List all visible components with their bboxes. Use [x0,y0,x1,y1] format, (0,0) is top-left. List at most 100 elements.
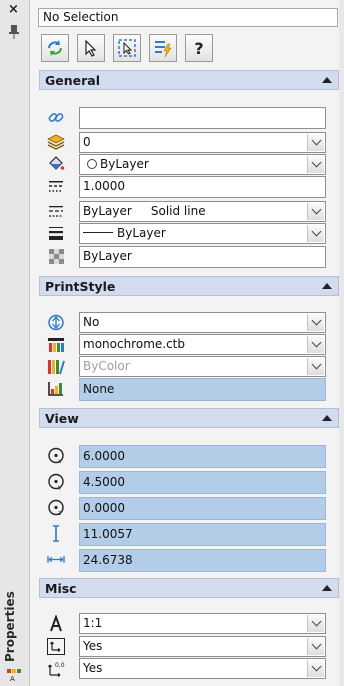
section-title: View [45,411,79,426]
height-field: 11.0057 [79,523,326,546]
chevron-down-icon[interactable] [307,638,324,655]
collapse-icon[interactable] [322,415,332,421]
svg-text:0,0: 0,0 [55,662,65,669]
layers-icon [47,134,65,150]
annotation-scale-value: 1:1 [83,616,103,630]
svg-text:z: z [58,510,61,516]
chevron-down-icon[interactable] [307,225,324,242]
width-icon [47,556,65,563]
layer-value: 0 [83,135,91,149]
pin-icon[interactable] [8,24,20,40]
help-button[interactable]: ? [185,34,213,62]
property-row-ucs-icon-on: Yes [39,635,339,657]
property-row-width: 24.6738 [39,548,339,572]
linetype-scale-icon [49,181,63,192]
annotation-scale-icon [50,615,62,632]
chevron-down-icon[interactable] [307,203,324,220]
property-row-hyperlink [39,106,339,129]
property-row-color: ByLayer [39,153,339,175]
plot-table-attached-icon [48,360,65,375]
selection-dropdown[interactable]: No Selection [38,8,338,27]
chevron-down-icon[interactable] [307,314,324,331]
plot-style-value: No [83,315,100,329]
toggle-pickadd-button[interactable] [41,34,69,62]
property-row-annotation-scale: 1:1 [39,612,339,634]
property-row-height: 11.0057 [39,522,339,546]
svg-text:y: y [58,484,62,490]
ucs-at-origin-icon: 0,0 [48,662,65,677]
ucs-icon-on-icon [47,638,65,655]
linetype-icon [49,206,63,217]
property-row-layer: 0 [39,131,339,153]
property-row-ucs-at-origin: 0,0 Yes [39,657,339,679]
chevron-down-icon[interactable] [307,156,324,173]
plot-table-icon [48,338,64,352]
close-icon[interactable]: × [8,2,19,17]
color-value: ByLayer [100,157,149,171]
section-printstyle-header[interactable]: PrintStyle [39,276,339,296]
collapse-icon[interactable] [322,585,332,591]
height-icon [53,525,59,542]
refresh-pickadd-icon [48,40,62,56]
hyperlink-field[interactable] [79,107,326,129]
dashed-select-icon [118,39,136,57]
property-row-plot-table-attached: ByColor [39,355,339,377]
collapse-icon[interactable] [322,77,332,83]
lineweight-select[interactable]: ByLayer [79,223,326,244]
quick-select-button[interactable] [113,34,141,62]
section-title: Misc [45,581,77,596]
plot-table-attached-value: ByColor [83,359,130,373]
plot-style-select[interactable]: No [79,312,326,333]
center-x-icon: x [48,447,64,464]
annotation-scale-select[interactable]: 1:1 [79,613,326,634]
lineweight-value: ByLayer [117,226,166,240]
linetype-value: ByLayer Solid line [83,204,206,218]
vertical-scrollbar[interactable] [339,0,344,686]
linetype-scale-field[interactable]: 1.0000 [79,176,326,198]
property-row-plot-table-type: None [39,377,339,401]
lineweight-sample-icon [83,232,113,233]
collapse-icon[interactable] [322,283,332,289]
svg-text:x: x [58,458,62,464]
center-z-icon: z [48,499,64,516]
hyperlink-icon [48,113,64,122]
property-row-center-z: z 0.0000 [39,496,339,520]
chevron-down-icon [307,358,324,375]
color-select[interactable]: ByLayer [79,154,326,175]
plot-table-attached-select: ByColor [79,356,326,377]
question-icon: ? [194,38,204,58]
ucs-icon-on-value: Yes [83,639,103,653]
layer-select[interactable]: 0 [79,132,326,153]
quick-filter-button[interactable] [149,34,177,62]
ucs-at-origin-select[interactable]: Yes [79,658,326,679]
svg-text:A: A [10,675,15,682]
ucs-icon-on-select[interactable]: Yes [79,636,326,657]
chevron-down-icon[interactable] [307,615,324,632]
plot-table-value: monochrome.ctb [83,337,185,351]
property-row-center-y: y 4.5000 [39,470,339,494]
property-row-linetype-scale: 1.0000 [39,175,339,198]
section-misc-header[interactable]: Misc [39,578,339,598]
ucs-at-origin-value: Yes [83,661,103,675]
palette-title-strip: × Properties A [0,0,30,686]
transparency-field[interactable]: ByLayer [79,246,326,268]
list-lightning-icon [155,41,172,58]
section-general-header[interactable]: General [39,70,339,90]
property-row-lineweight: ByLayer [39,222,339,244]
select-objects-button[interactable] [77,34,105,62]
palette-title: Properties [3,591,17,662]
chevron-down-icon[interactable] [307,336,324,353]
color-bucket-icon [49,156,65,170]
chevron-down-icon[interactable] [307,134,324,151]
center-y-icon: y [48,473,64,490]
center-y-field: 4.5000 [79,471,326,494]
section-title: PrintStyle [45,279,116,294]
color-swatch-icon [87,159,97,169]
section-view-header[interactable]: View [39,408,339,428]
plot-style-icon [48,314,64,331]
plot-table-select[interactable]: monochrome.ctb [79,334,326,355]
linetype-select[interactable]: ByLayer Solid line [79,201,326,222]
property-row-plot-table: monochrome.ctb [39,333,339,355]
cursor-arrow-icon [85,39,97,57]
chevron-down-icon[interactable] [307,660,324,677]
